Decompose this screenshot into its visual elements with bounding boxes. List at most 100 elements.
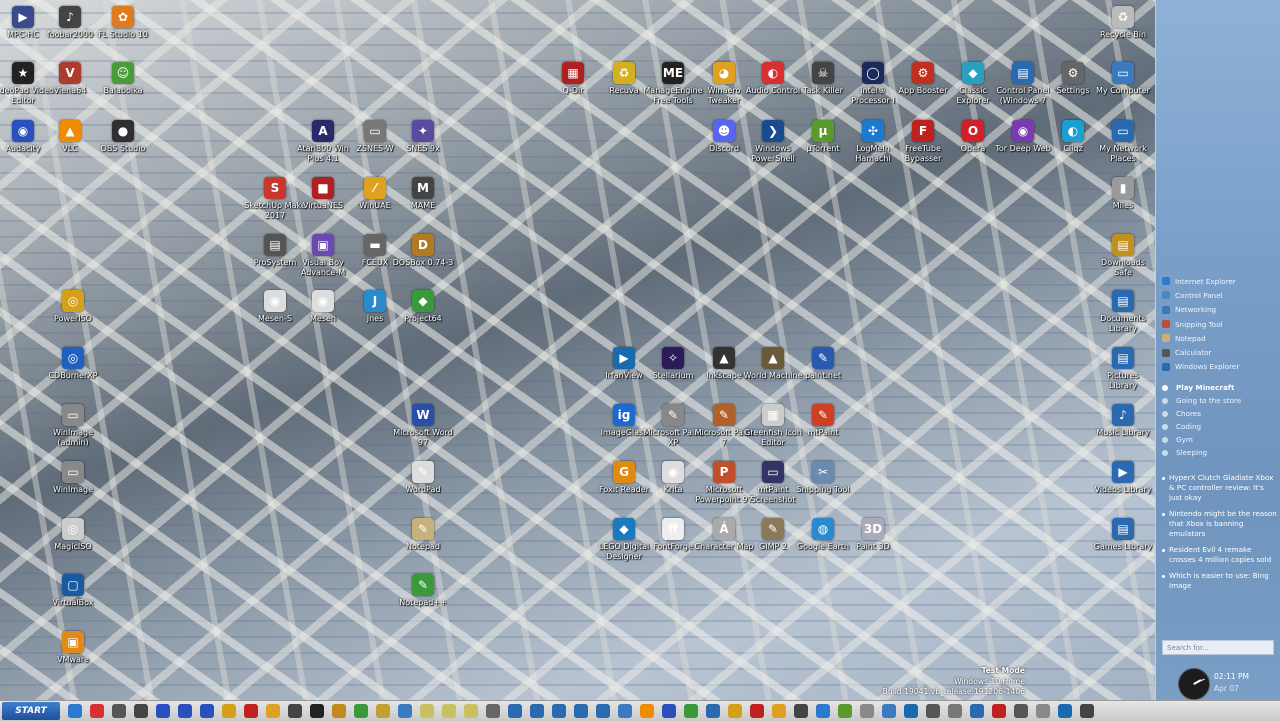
news-item[interactable]: Resident Evil 4 remake crosses 4 million… — [1162, 545, 1277, 565]
desktop-icon[interactable]: ♪ Music Library — [1092, 404, 1154, 438]
taskbar-app-icon[interactable] — [288, 704, 302, 718]
desktop-icon[interactable]: ✿ FL Studio 10 — [92, 6, 154, 40]
taskbar-app-icon[interactable] — [1080, 704, 1094, 718]
desktop-icon[interactable]: D DOSBox 0.74-3 — [392, 234, 454, 268]
taskbar-app-icon[interactable] — [706, 704, 720, 718]
desktop-icon[interactable]: ▶ Videos Library — [1092, 461, 1154, 495]
taskbar-app-icon[interactable] — [442, 704, 456, 718]
taskbar-app-icon[interactable] — [794, 704, 808, 718]
desktop-icon[interactable]: ◎ MagicISO — [42, 518, 104, 552]
desktop-icon[interactable]: W Microsoft Word 97 — [392, 404, 454, 447]
taskbar-app-icon[interactable] — [750, 704, 764, 718]
desktop-icon[interactable]: ◆ Project64 — [392, 290, 454, 324]
taskbar-app-icon[interactable] — [882, 704, 896, 718]
taskbar-app-icon[interactable] — [816, 704, 830, 718]
desktop-icon[interactable]: ▭ WinImage — [42, 461, 104, 495]
taskbar-app-icon[interactable] — [134, 704, 148, 718]
taskbar-app-icon[interactable] — [222, 704, 236, 718]
taskbar-app-icon[interactable] — [464, 704, 478, 718]
taskbar-app-icon[interactable] — [904, 704, 918, 718]
taskbar-app-icon[interactable] — [596, 704, 610, 718]
desktop-icon[interactable]: ✎ paint.net — [792, 347, 854, 381]
taskbar-app-icon[interactable] — [970, 704, 984, 718]
desktop-icon[interactable]: ▤ Pictures Library — [1092, 347, 1154, 390]
desktop-icon[interactable]: ▤ Documents Library — [1092, 290, 1154, 333]
news-item[interactable]: Nintendo might be the reason that Xbox i… — [1162, 509, 1277, 539]
news-item[interactable]: HyperX Clutch Gladiate Xbox & PC control… — [1162, 473, 1277, 503]
desktop-icon[interactable]: ✎ mtPaint — [792, 404, 854, 438]
desktop-icon[interactable]: ✎ Notepad — [392, 518, 454, 552]
news-item[interactable]: Which is easier to use: Bing Image — [1162, 571, 1277, 591]
desktop-icon[interactable]: ✎ Notepad++ — [392, 574, 454, 608]
taskbar-app-icon[interactable] — [860, 704, 874, 718]
quick-launch-item[interactable]: Snipping Tool — [1162, 317, 1277, 331]
todo-item[interactable]: Play Minecraft — [1162, 381, 1277, 394]
todo-item[interactable]: Gym — [1162, 433, 1277, 446]
taskbar-app-icon[interactable] — [684, 704, 698, 718]
desktop-icon[interactable]: ▭ WinImage (admin) — [42, 404, 104, 447]
desktop-icon[interactable]: ▤ Games Library — [1092, 518, 1154, 552]
taskbar-app-icon[interactable] — [772, 704, 786, 718]
taskbar-app-icon[interactable] — [156, 704, 170, 718]
taskbar-app-icon[interactable] — [640, 704, 654, 718]
desktop-icon-label: VMware — [57, 655, 89, 664]
taskbar-app-icon[interactable] — [838, 704, 852, 718]
taskbar-app-icon[interactable] — [244, 704, 258, 718]
start-button[interactable]: START — [2, 702, 60, 720]
taskbar-app-icon[interactable] — [420, 704, 434, 718]
desktop-icon[interactable]: ◎ CDBurnerXP — [42, 347, 104, 381]
quick-launch-item[interactable]: Calculator — [1162, 345, 1277, 359]
taskbar-app-icon[interactable] — [200, 704, 214, 718]
taskbar-app-icon[interactable] — [354, 704, 368, 718]
taskbar-app-icon[interactable] — [662, 704, 676, 718]
quick-launch-item[interactable]: Notepad — [1162, 331, 1277, 345]
quick-launch-item[interactable]: Control Panel — [1162, 288, 1277, 302]
sidebar-search-input[interactable]: Search for... — [1162, 640, 1274, 655]
todo-item[interactable]: Going to the store — [1162, 394, 1277, 407]
taskbar-app-icon[interactable] — [266, 704, 280, 718]
taskbar-app-icon[interactable] — [926, 704, 940, 718]
desktop-icon[interactable]: 3D Paint 3D — [842, 518, 904, 552]
todo-item[interactable]: Chores — [1162, 407, 1277, 420]
desktop-icon[interactable]: M MAME — [392, 177, 454, 211]
quick-launch-item[interactable]: Windows Explorer — [1162, 360, 1277, 374]
taskbar-app-icon[interactable] — [1014, 704, 1028, 718]
taskbar-app-icon[interactable] — [530, 704, 544, 718]
taskbar-app-icon[interactable] — [574, 704, 588, 718]
desktop-icon[interactable]: ▤ Downloads Safe — [1092, 234, 1154, 277]
desktop-icon[interactable]: ✦ SNES 9x — [392, 120, 454, 154]
taskbar-app-icon[interactable] — [618, 704, 632, 718]
desktop-icon[interactable]: ▢ VirtualBox — [42, 574, 104, 608]
desktop-icon[interactable]: ✂ Snipping Tool — [792, 461, 854, 495]
desktop-icon[interactable]: ▭ My Network Places — [1092, 120, 1154, 163]
taskbar-app-icon[interactable] — [178, 704, 192, 718]
taskbar-app-icon[interactable] — [486, 704, 500, 718]
taskbar-app-icon[interactable] — [90, 704, 104, 718]
desktop[interactable]: ▶MPC-HC♪foobar2000✿FL Studio 10★VideoPad… — [0, 0, 1155, 700]
taskbar-app-icon[interactable] — [332, 704, 346, 718]
taskbar-app-icon[interactable] — [398, 704, 412, 718]
taskbar-app-icon[interactable] — [68, 704, 82, 718]
quick-launch-item[interactable]: Networking — [1162, 303, 1277, 317]
taskbar-app-icon[interactable] — [728, 704, 742, 718]
quick-launch-item[interactable]: Internet Explorer — [1162, 274, 1277, 288]
desktop-icon[interactable]: ▣ VMware — [42, 631, 104, 665]
desktop-icon[interactable]: ▭ My Computer — [1092, 62, 1154, 96]
desktop-icon[interactable]: ▮ Miles — [1092, 177, 1154, 211]
desktop-icon[interactable]: ◎ PowerISO — [42, 290, 104, 324]
desktop-icon[interactable]: ☺ Balabolka — [92, 62, 154, 96]
taskbar-app-icon[interactable] — [1058, 704, 1072, 718]
desktop-icon[interactable]: ✎ WordPad — [392, 461, 454, 495]
taskbar-app-icon[interactable] — [508, 704, 522, 718]
todo-item[interactable]: Sleeping — [1162, 446, 1277, 459]
todo-item[interactable]: Coding — [1162, 420, 1277, 433]
desktop-icon[interactable]: ● OBS Studio — [92, 120, 154, 154]
taskbar-app-icon[interactable] — [310, 704, 324, 718]
taskbar-app-icon[interactable] — [992, 704, 1006, 718]
taskbar-app-icon[interactable] — [376, 704, 390, 718]
taskbar-app-icon[interactable] — [1036, 704, 1050, 718]
taskbar-app-icon[interactable] — [948, 704, 962, 718]
desktop-icon[interactable]: ♻ Recycle Bin — [1092, 6, 1154, 40]
taskbar-app-icon[interactable] — [552, 704, 566, 718]
taskbar-app-icon[interactable] — [112, 704, 126, 718]
